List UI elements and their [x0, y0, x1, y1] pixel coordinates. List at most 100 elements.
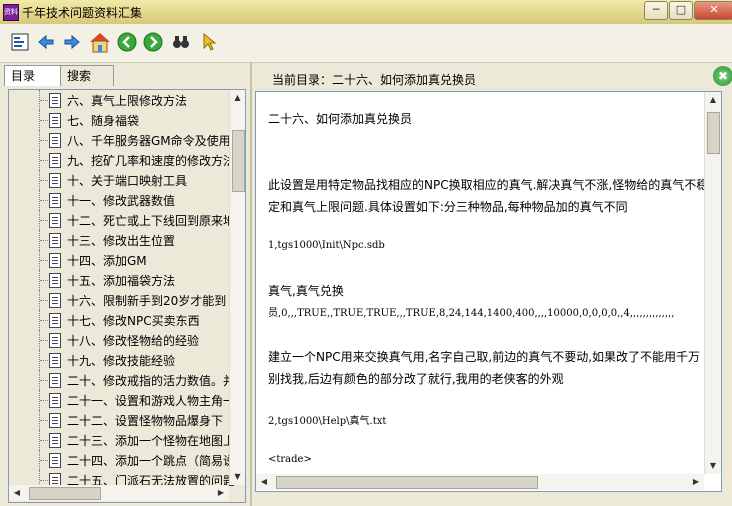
document-icon: [49, 413, 61, 428]
maximize-button[interactable]: □: [669, 1, 693, 20]
tree-item[interactable]: 九、挖矿几率和速度的修改方法: [9, 150, 234, 170]
content-scroll-right-icon[interactable]: ▶: [688, 474, 704, 490]
content-line: 1,tgs1000\Init\Npc.sdb: [268, 240, 385, 251]
document-icon: [49, 293, 61, 308]
app-icon: 资料: [3, 4, 19, 21]
tree-item[interactable]: 十三、修改出生位置: [9, 230, 234, 250]
document-icon: [49, 393, 61, 408]
hscroll-thumb[interactable]: [29, 487, 101, 500]
content-line: 别找我,后边有颜色的部分改了就行,我用的老侠客的外观: [268, 372, 564, 386]
content-line: 真气,真气兑换: [268, 284, 344, 298]
tree-item-label: 七、随身福袋: [67, 114, 140, 128]
green-close-icon[interactable]: ✖: [713, 66, 732, 86]
toc-tree: 六、真气上限修改方法七、随身福袋八、千年服务器GM命令及使用说九、挖矿几率和速度…: [8, 89, 246, 503]
back-arrow-icon[interactable]: [36, 32, 56, 52]
title-bar: 资料 千年技术问题资料汇集 ─ □ ✕: [0, 0, 732, 24]
pointer-icon[interactable]: [199, 32, 219, 52]
document-icon: [49, 313, 61, 328]
tree-item-label: 八、千年服务器GM命令及使用说: [67, 134, 234, 148]
document-icon: [49, 93, 61, 108]
tree-item[interactable]: 八、千年服务器GM命令及使用说: [9, 130, 234, 150]
tree-connector: [40, 140, 48, 141]
tree-connector: [40, 180, 48, 181]
tree-connector: [40, 320, 48, 321]
tree-item[interactable]: 十六、限制新手到20岁才能到: [9, 290, 234, 310]
content-vertical-scrollbar[interactable]: ▲ ▼: [704, 92, 721, 474]
scroll-up-icon[interactable]: ▲: [230, 90, 245, 106]
tree-connector: [40, 100, 48, 101]
content-hscroll-thumb[interactable]: [276, 476, 538, 489]
content-line: <trade>: [268, 454, 312, 465]
tree-horizontal-scrollbar[interactable]: ◀ ▶: [9, 485, 229, 501]
tree-item[interactable]: 二十四、添加一个跳点（简易说: [9, 450, 234, 470]
tree-connector: [40, 440, 48, 441]
content-line: 此设置是用特定物品找相应的NPC换取相应的真气.解决真气不涨,怪物给的真气不稳: [268, 178, 709, 192]
tree-item[interactable]: 二十三、添加一个怪物在地图上: [9, 430, 234, 450]
document-icon: [49, 333, 61, 348]
tree-item-label: 十七、修改NPC买卖东西: [67, 314, 200, 328]
tree-item[interactable]: 十、关于端口映射工具: [9, 170, 234, 190]
tree-item[interactable]: 七、随身福袋: [9, 110, 234, 130]
content-line: 二十六、如何添加真兑换员: [268, 112, 413, 126]
document-icon: [49, 133, 61, 148]
tree-connector: [40, 200, 48, 201]
scroll-thumb[interactable]: [232, 130, 245, 192]
content-scroll-thumb[interactable]: [707, 112, 720, 154]
content-line: 2,tgs1000\Help\真气.txt: [268, 416, 387, 427]
tree-item[interactable]: 二十一、设置和游戏人物主角一: [9, 390, 234, 410]
tree-item-label: 二十、修改戒指的活力数值。并: [67, 374, 234, 388]
tab-contents[interactable]: 目录: [4, 65, 62, 86]
tree-connector: [40, 120, 48, 121]
tree-item[interactable]: 十八、修改怪物给的经验: [9, 330, 234, 350]
green-back-icon[interactable]: [117, 32, 137, 52]
tree-item-label: 十三、修改出生位置: [67, 234, 176, 248]
tree-connector: [40, 420, 48, 421]
content-scroll-down-icon[interactable]: ▼: [705, 458, 721, 474]
tree-connector: [40, 400, 48, 401]
home-icon[interactable]: [88, 30, 112, 54]
tree-item[interactable]: 十七、修改NPC买卖东西: [9, 310, 234, 330]
tree-item-label: 十二、死亡或上下线回到原来地: [67, 214, 234, 228]
minimize-button[interactable]: ─: [644, 1, 668, 20]
tree-connector: [40, 240, 48, 241]
tree-item[interactable]: 十九、修改技能经验: [9, 350, 234, 370]
forward-arrow-icon[interactable]: [62, 32, 82, 52]
tab-search[interactable]: 搜索: [60, 65, 114, 86]
tree-item[interactable]: 二十二、设置怪物物品爆身下: [9, 410, 234, 430]
document-icon: [49, 353, 61, 368]
tree-item-label: 二十四、添加一个跳点（简易说: [67, 454, 234, 468]
tree-item-label: 十九、修改技能经验: [67, 354, 176, 368]
content-horizontal-scrollbar[interactable]: ◀ ▶: [256, 474, 704, 490]
tree-connector: [40, 160, 48, 161]
toc-icon[interactable]: [10, 32, 30, 52]
tree-item[interactable]: 十一、修改武器数值: [9, 190, 234, 210]
tree-connector: [40, 460, 48, 461]
tree-item-label: 二十一、设置和游戏人物主角一: [67, 394, 234, 408]
tree-item-label: 二十二、设置怪物物品爆身下: [67, 414, 224, 428]
tree-item[interactable]: 十二、死亡或上下线回到原来地: [9, 210, 234, 230]
tree-item[interactable]: 二十、修改戒指的活力数值。并: [9, 370, 234, 390]
tree-item[interactable]: 十四、添加GM: [9, 250, 234, 270]
tree-item[interactable]: 十五、添加福袋方法: [9, 270, 234, 290]
document-icon: [49, 173, 61, 188]
scroll-down-icon[interactable]: ▼: [230, 469, 245, 485]
tree-vertical-scrollbar[interactable]: ▲ ▼: [229, 90, 245, 485]
content-scroll-up-icon[interactable]: ▲: [705, 92, 721, 108]
tree-item-label: 十一、修改武器数值: [67, 194, 176, 208]
tree-item[interactable]: 六、真气上限修改方法: [9, 90, 234, 110]
scroll-left-icon[interactable]: ◀: [9, 485, 25, 501]
tree-connector: [40, 300, 48, 301]
green-forward-icon[interactable]: [143, 32, 163, 52]
document-icon: [49, 373, 61, 388]
left-panel: 目录 搜索 六、真气上限修改方法七、随身福袋八、千年服务器GM命令及使用说九、挖…: [0, 63, 252, 506]
document-icon: [49, 213, 61, 228]
find-binoculars-icon[interactable]: [171, 32, 191, 52]
tree-connector: [40, 360, 48, 361]
content-scroll-left-icon[interactable]: ◀: [256, 474, 272, 490]
document-icon: [49, 193, 61, 208]
content-area: 二十六、如何添加真兑换员此设置是用特定物品找相应的NPC换取相应的真气.解决真气…: [255, 91, 722, 492]
scroll-right-icon[interactable]: ▶: [213, 485, 229, 501]
close-button[interactable]: ✕: [694, 1, 732, 20]
tree-item-label: 十五、添加福袋方法: [67, 274, 176, 288]
document-icon: [49, 453, 61, 468]
